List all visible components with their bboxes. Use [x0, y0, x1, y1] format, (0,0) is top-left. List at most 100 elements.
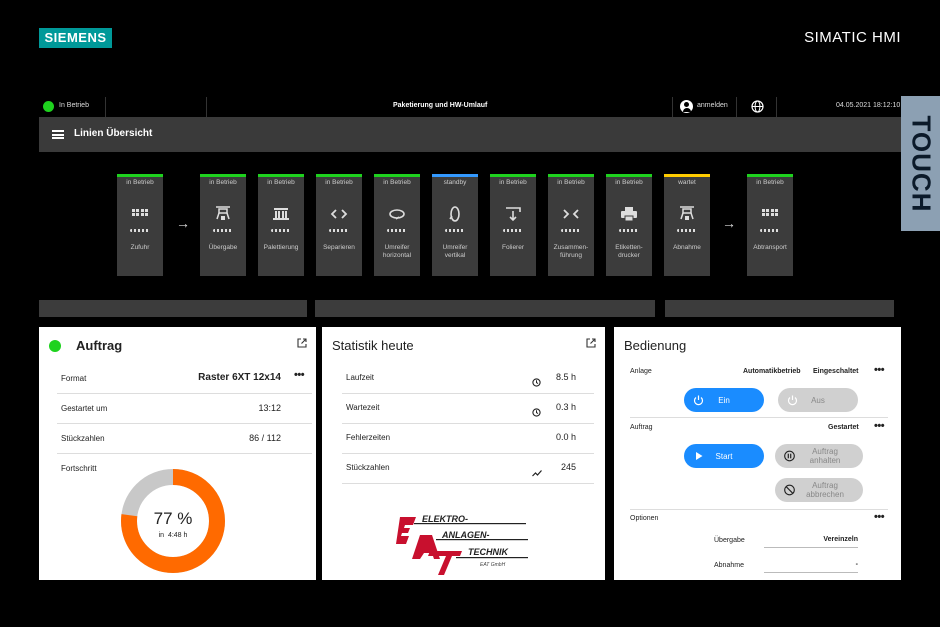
station-label: Etiketten-drucker: [606, 244, 652, 260]
line-title: Paketierung und HW-Umlauf: [393, 102, 488, 109]
station-status: in Betrieb: [325, 179, 353, 186]
ein-button[interactable]: Ein: [684, 388, 764, 412]
station-label: Palettierung: [258, 244, 304, 252]
abort-order-button[interactable]: Auftrag abbrechen: [775, 478, 863, 502]
pause-icon: [784, 450, 795, 462]
abort-order-line2: abbrechen: [806, 490, 844, 499]
remaining-prefix: in: [158, 532, 165, 539]
remaining-time: in 4:48 h: [119, 532, 227, 539]
divider: [57, 453, 312, 454]
pallet-icon: [271, 204, 291, 224]
abort-order-line1: Auftrag: [812, 481, 838, 490]
station-label-line2: vertikal: [444, 252, 466, 259]
conveyor-icon: [213, 229, 233, 232]
station-status: in Betrieb: [383, 179, 411, 186]
station-tile[interactable]: in Betrieb Zusammen-führung: [548, 174, 594, 276]
station-tile[interactable]: standby Umreifer vertikal: [432, 174, 478, 276]
station-tile[interactable]: in Betrieb Abtransport: [747, 174, 793, 276]
stat-label: Laufzeit: [346, 373, 375, 382]
station-status: in Betrieb: [267, 179, 295, 186]
divider: [342, 483, 594, 484]
station-label-line1: Folierer: [501, 244, 525, 251]
section-bar: [665, 300, 894, 317]
more-options-icon[interactable]: •••: [874, 511, 885, 523]
station-status: in Betrieb: [126, 179, 154, 186]
format-value: Raster 6XT 12x14: [198, 372, 281, 383]
separator: [206, 97, 207, 117]
station-label: Übergabe: [200, 244, 246, 252]
station-tile[interactable]: in Betrieb Palettierung: [258, 174, 304, 276]
more-options-icon[interactable]: •••: [874, 364, 885, 376]
menu-icon[interactable]: [52, 130, 64, 139]
station-label-line1: Umreifer: [442, 244, 468, 251]
station-label-line1: Palettierung: [263, 244, 299, 251]
station-tile[interactable]: in Betrieb Zufuhr: [117, 174, 163, 276]
separator: [105, 97, 106, 117]
operation-panel: Bedienung Anlage Automatikbetrieb Einges…: [614, 327, 901, 580]
page-title: Linien Übersicht: [74, 128, 153, 139]
abnahme-label: Abnahme: [714, 562, 744, 569]
station-label: Umreifer vertikal: [432, 244, 478, 260]
station-label-line2: führung: [559, 252, 583, 259]
station-status: standby: [443, 179, 467, 186]
start-button[interactable]: Start: [684, 444, 764, 468]
station-label-line2: horizontal: [382, 252, 412, 259]
conveyor-icon: [503, 229, 523, 232]
user-icon[interactable]: [680, 100, 693, 113]
station-label-line1: Etiketten-: [615, 244, 643, 251]
login-link[interactable]: anmelden: [697, 102, 728, 109]
station-tile[interactable]: in Betrieb Separieren: [316, 174, 362, 276]
station-status: in Betrieb: [499, 179, 527, 186]
station-status-bar: [606, 174, 652, 177]
divider: [630, 509, 888, 510]
anlage-label: Anlage: [630, 368, 652, 375]
station-status: in Betrieb: [209, 179, 237, 186]
station-status: wartet: [678, 179, 696, 186]
power-icon: [693, 395, 704, 406]
external-link-icon[interactable]: [586, 338, 596, 348]
station-tile[interactable]: in Betrieb Umreifer horizontal: [374, 174, 420, 276]
printer-icon: [619, 204, 639, 224]
status-bar: In Betrieb Paketierung und HW-Umlauf anm…: [39, 97, 901, 117]
station-label: Folierer: [490, 244, 536, 252]
remaining-value: 4:48 h: [167, 532, 188, 539]
station-status-bar: [548, 174, 594, 177]
station-tile[interactable]: in Betrieb Folierer: [490, 174, 536, 276]
conveyor-icon: [130, 229, 150, 232]
station-label: Zufuhr: [117, 244, 163, 252]
auftrag-control-state: Gestartet: [828, 424, 859, 431]
station-status-bar: [374, 174, 420, 177]
logo-text-1: ELEKTRO-: [422, 514, 468, 524]
merge-icon: [561, 204, 581, 224]
more-options-icon[interactable]: •••: [874, 420, 885, 432]
station-label-line1: Abtransport: [753, 244, 787, 251]
station-tile[interactable]: wartet Abnahme: [664, 174, 710, 276]
operation-title: Bedienung: [624, 338, 687, 353]
station-status-bar: [432, 174, 478, 177]
station-status-bar: [747, 174, 793, 177]
station-label: Zusammen-führung: [548, 244, 594, 260]
more-options-icon[interactable]: •••: [294, 369, 305, 381]
station-tile[interactable]: in Betrieb Übergabe: [200, 174, 246, 276]
arrow-right-icon: →: [176, 215, 190, 231]
uebergabe-select[interactable]: Vereinzeln: [764, 536, 858, 548]
stat-value: 0.0 h: [555, 432, 576, 442]
station-label-line1: Übergabe: [208, 244, 238, 251]
external-link-icon[interactable]: [297, 338, 307, 348]
format-label: Format: [61, 374, 87, 383]
globe-icon[interactable]: [751, 100, 764, 113]
separator: [672, 97, 673, 117]
abnahme-select[interactable]: -: [764, 561, 858, 573]
conveyor-icon: [561, 229, 581, 232]
station-tile[interactable]: in Betrieb Etiketten-drucker: [606, 174, 652, 276]
title-bar: Linien Übersicht: [39, 117, 901, 152]
separator: [736, 97, 737, 117]
strap-vertical-icon: [445, 204, 465, 224]
product-title: SIMATIC HMI: [804, 29, 901, 46]
plant-state: In Betrieb: [59, 102, 89, 109]
logo-text-4: EAT GmbH: [480, 562, 506, 568]
divider: [342, 453, 594, 454]
conveyor-icon: [445, 229, 465, 232]
pause-order-button[interactable]: Auftrag anhalten: [775, 444, 863, 468]
aus-button[interactable]: Aus: [778, 388, 858, 412]
